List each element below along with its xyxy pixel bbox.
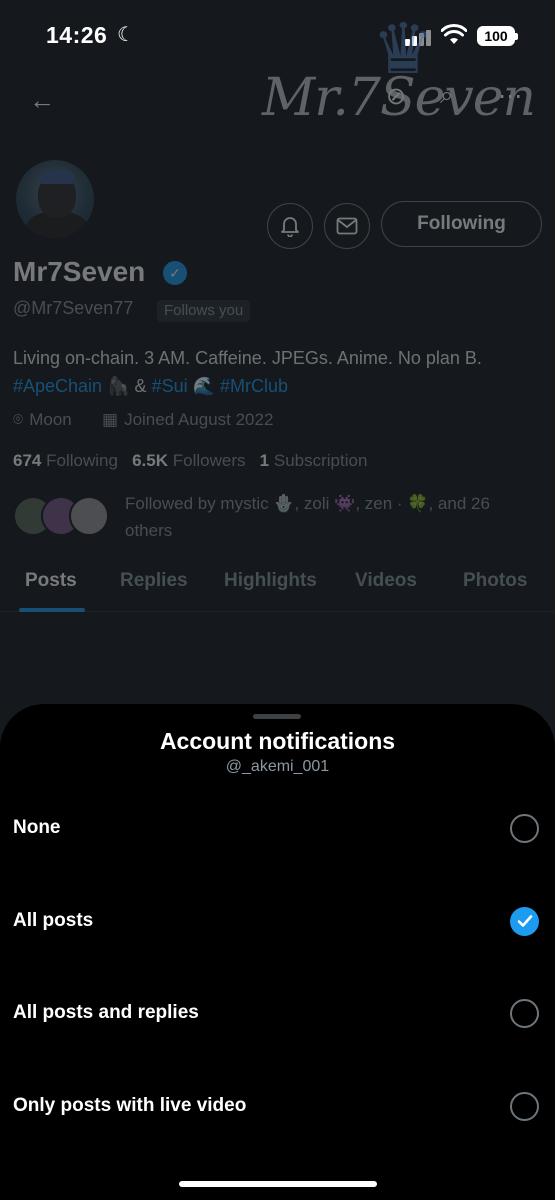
more-icon[interactable]: ⋯	[498, 82, 522, 111]
verified-badge-icon: ✓	[163, 261, 187, 285]
back-button[interactable]: ←	[20, 78, 64, 122]
search-icon[interactable]: ⌕	[440, 82, 453, 110]
arrow-left-icon: ←	[29, 84, 55, 115]
hashtag-link[interactable]: #MrClub	[220, 376, 288, 396]
option-label: Only posts with live video	[13, 1095, 247, 1116]
profile-handle: @Mr7Seven77	[13, 298, 134, 318]
profile-avatar[interactable]	[14, 158, 96, 240]
status-time: 14:26	[46, 22, 108, 48]
option-label: All posts and replies	[13, 1002, 199, 1023]
avatar	[69, 496, 109, 536]
following-count-link[interactable]: 674 Following	[13, 451, 118, 470]
tab-photos[interactable]: Photos	[463, 570, 527, 592]
followed-by-text[interactable]: Followed by mystic 🪬, zoli 👾, zen · 🍀, a…	[125, 490, 525, 544]
hashtag-link[interactable]: #ApeChain	[13, 376, 102, 396]
active-tab-indicator	[19, 608, 85, 612]
sheet-subtitle: @_akemi_001	[225, 758, 330, 775]
message-button[interactable]	[324, 203, 370, 249]
profile-tabs: Posts Replies Highlights Videos Photos	[0, 560, 555, 612]
sheet-title: Account notifications	[159, 728, 396, 754]
tab-replies[interactable]: Replies	[120, 570, 188, 592]
followed-by-avatars[interactable]	[13, 496, 113, 540]
bell-icon	[281, 217, 299, 237]
option-label: All posts	[13, 910, 94, 931]
profile-header: ← ♛ Mr.7Seven ⊘ ⌕ ⋯	[0, 10, 555, 160]
option-label: None	[13, 817, 61, 838]
radio-button[interactable]	[510, 813, 539, 843]
option-all-posts[interactable]: All posts	[0, 889, 555, 953]
account-notifications-sheet: Account notifications @_akemi_001 None A…	[0, 704, 555, 1200]
radio-button[interactable]	[510, 998, 539, 1028]
option-live-video[interactable]: Only posts with live video	[0, 1074, 555, 1138]
sheet-grabber[interactable]	[253, 714, 301, 719]
profile-page: ← ♛ Mr.7Seven ⊘ ⌕ ⋯ Following Mr7Seven ✓…	[0, 10, 555, 700]
radio-button[interactable]	[510, 1091, 539, 1121]
bio-text: Living on-chain. 3 AM. Caffeine. JPEGs. …	[13, 348, 482, 368]
following-button[interactable]: Following	[381, 201, 542, 247]
location-pin-icon: ⌾	[13, 410, 24, 429]
tab-videos[interactable]: Videos	[355, 570, 417, 592]
followers-count-link[interactable]: 6.5K Followers	[132, 451, 245, 470]
option-none[interactable]: None	[0, 796, 555, 860]
location: ⌾ Moon	[13, 410, 72, 430]
tab-highlights[interactable]: Highlights	[224, 570, 317, 592]
bio-ampersand: &	[134, 376, 147, 396]
tab-posts[interactable]: Posts	[25, 570, 77, 592]
battery-icon: 100	[477, 26, 518, 46]
subscription-count-link[interactable]: 1 Subscription	[260, 451, 368, 470]
grok-icon[interactable]: ⊘	[386, 82, 406, 111]
notifications-button[interactable]	[267, 203, 313, 249]
join-date: ▦ Joined August 2022	[102, 410, 273, 430]
join-date-text: Joined August 2022	[124, 410, 274, 429]
wifi-icon	[441, 24, 467, 44]
follow-counts: 674 Following 6.5K Followers 1 Subscript…	[13, 451, 367, 471]
profile-bio: Living on-chain. 3 AM. Caffeine. JPEGs. …	[13, 344, 553, 400]
radio-button-checked[interactable]	[510, 906, 539, 936]
calendar-icon: ▦	[102, 410, 119, 429]
display-name: Mr7Seven	[13, 256, 146, 287]
mail-icon	[336, 217, 358, 235]
home-indicator[interactable]	[179, 1181, 377, 1187]
option-all-posts-and-replies[interactable]: All posts and replies	[0, 981, 555, 1045]
gorilla-emoji: 🦍	[107, 376, 130, 396]
hashtag-link[interactable]: #Sui	[152, 376, 188, 396]
wave-emoji: 🌊	[192, 376, 216, 396]
location-text: Moon	[29, 410, 72, 429]
follows-you-badge: Follows you	[157, 300, 251, 322]
checkmark-icon	[517, 915, 532, 927]
moon-icon: ☾	[117, 24, 135, 46]
